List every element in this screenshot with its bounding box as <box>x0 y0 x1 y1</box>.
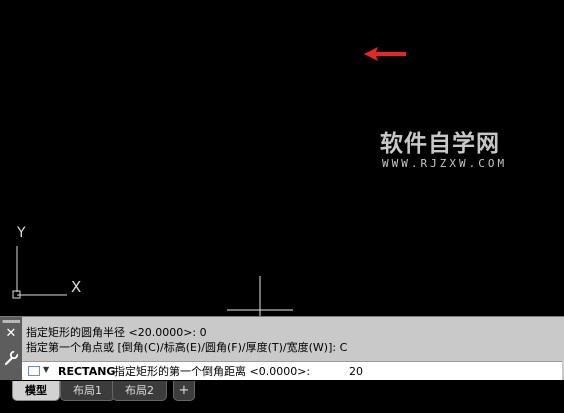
command-prompt: 指定矩形的第一个倒角距离 <0.0000>: <box>114 365 311 378</box>
watermark-title: 软件自学网 <box>380 131 500 157</box>
ucs-y-label: Y <box>17 225 26 241</box>
chevron-down-icon[interactable]: ▼ <box>43 365 49 374</box>
add-layout-button[interactable]: + <box>173 381 195 401</box>
close-icon[interactable]: ✕ <box>4 327 18 341</box>
annotation-arrow-icon <box>364 47 406 61</box>
command-input-value[interactable]: 20 <box>349 364 363 379</box>
command-window-sidebar: ▪▪▪▪▪▪▪▪▪ ✕ <box>0 317 22 381</box>
history-line: 指定第一个角点或 [倒角(C)/标高(E)/圆角(F)/厚度(T)/宽度(W)]… <box>26 341 348 354</box>
command-history: 指定矩形的圆角半径 <20.0000>: 0 指定第一个角点或 [倒角(C)/标… <box>26 325 347 355</box>
ucs-icon <box>12 246 67 299</box>
crosshair-cursor <box>227 276 293 316</box>
rectangle-command-icon[interactable] <box>28 366 40 376</box>
watermark-url: WWW.RJZXW.COM <box>382 157 508 170</box>
command-name: RECTANG <box>58 365 116 378</box>
tab-layout1[interactable]: 布局1 <box>60 381 115 401</box>
layout-tabs: 模型 布局1 布局2 + <box>0 380 564 413</box>
grip-handle-icon[interactable]: ▪▪▪▪▪▪▪▪▪ <box>2 319 20 324</box>
wrench-icon[interactable] <box>3 350 19 366</box>
ucs-x-label: X <box>71 278 82 296</box>
command-window: ▪▪▪▪▪▪▪▪▪ ✕ 指定矩形的圆角半径 <20.0000>: 0 指定第一个… <box>0 316 564 381</box>
drawing-canvas[interactable]: 软件自学网 WWW.RJZXW.COM Y X <box>0 0 564 316</box>
history-line: 指定矩形的圆角半径 <20.0000>: 0 <box>26 326 207 339</box>
tab-layout2[interactable]: 布局2 <box>112 381 167 401</box>
tab-model[interactable]: 模型 <box>12 381 60 401</box>
command-input-bar[interactable]: ▼ RECTANG 指定矩形的第一个倒角距离 <0.0000>: 20 <box>22 361 562 381</box>
watermark: 软件自学网 WWW.RJZXW.COM <box>380 130 507 170</box>
